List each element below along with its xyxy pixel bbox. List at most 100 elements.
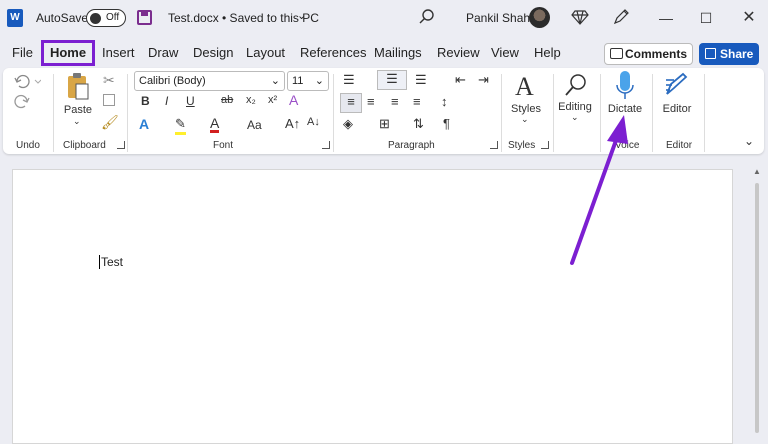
pen-icon[interactable] — [612, 8, 630, 26]
share-label: Share — [720, 47, 754, 61]
shading-icon[interactable]: ◈ — [343, 116, 353, 132]
align-left-icon[interactable]: ≡ — [340, 93, 362, 113]
shrink-font-button[interactable]: A↓ — [307, 116, 320, 128]
grow-font-button[interactable]: A↑ — [285, 116, 300, 131]
paste-icon[interactable] — [65, 72, 91, 102]
document-page[interactable]: Test — [12, 169, 733, 444]
collapse-ribbon-icon[interactable]: ⌄ — [744, 134, 754, 148]
font-name-value: Calibri (Body) — [139, 75, 206, 87]
align-center-icon[interactable]: ≡ — [367, 94, 375, 109]
italic-button[interactable]: I — [165, 94, 168, 108]
divider — [333, 74, 334, 152]
decrease-indent-icon[interactable]: ⇤ — [455, 72, 466, 88]
strikethrough-button[interactable]: ab — [221, 94, 233, 106]
word-logo-icon: W — [7, 9, 23, 27]
tab-design[interactable]: Design — [193, 45, 233, 60]
borders-icon[interactable]: ⊞ — [379, 116, 390, 132]
multilevel-list-icon[interactable]: ☰ — [415, 72, 427, 88]
underline-button[interactable]: U — [186, 94, 195, 108]
maximize-icon[interactable]: ☐ — [694, 6, 718, 30]
justify-icon[interactable]: ≡ — [413, 94, 421, 109]
styles-launcher-icon[interactable] — [541, 141, 549, 149]
text-effects-button[interactable]: A — [139, 116, 149, 132]
scroll-up-icon[interactable]: ▲ — [753, 167, 761, 176]
group-label-styles: Styles — [508, 140, 536, 151]
group-label-clipboard: Clipboard — [63, 140, 106, 151]
autosave-state: Off — [106, 12, 120, 23]
toggle-knob — [90, 13, 101, 24]
sort-icon[interactable]: ⇅ — [413, 116, 424, 132]
divider — [652, 74, 653, 152]
group-label-paragraph: Paragraph — [388, 140, 435, 151]
title-bar: W AutoSave Off Test.docx • Saved to this… — [0, 0, 768, 38]
tab-draw[interactable]: Draw — [148, 45, 178, 60]
cut-icon[interactable]: ✂ — [103, 72, 115, 89]
editor-icon[interactable] — [663, 72, 689, 100]
share-button[interactable]: Share — [699, 43, 759, 65]
tab-help[interactable]: Help — [534, 45, 561, 60]
numbering-icon[interactable]: ☰ — [377, 70, 407, 90]
save-icon[interactable] — [137, 10, 152, 25]
tab-references[interactable]: References — [300, 45, 366, 60]
comments-button[interactable]: Comments — [604, 43, 693, 65]
clear-formatting-icon[interactable]: A — [289, 92, 298, 108]
share-icon — [705, 48, 716, 59]
scroll-thumb[interactable] — [755, 183, 759, 433]
divider — [127, 74, 128, 152]
tab-layout[interactable]: Layout — [246, 45, 285, 60]
autosave-toggle[interactable]: Off — [86, 9, 126, 27]
copy-icon[interactable] — [103, 94, 115, 106]
minimize-icon[interactable]: — — [654, 6, 678, 30]
font-name-dropdown[interactable]: Calibri (Body) ⌄ — [134, 71, 285, 91]
increase-indent-icon[interactable]: ⇥ — [478, 72, 489, 88]
editing-icon[interactable] — [563, 72, 589, 98]
dictate-label[interactable]: Dictate — [604, 103, 646, 115]
tab-insert[interactable]: Insert — [102, 45, 135, 60]
comments-label: Comments — [625, 47, 688, 61]
change-case-button[interactable]: Aa — [247, 118, 262, 132]
line-spacing-icon[interactable]: ↕ — [441, 94, 448, 109]
styles-icon[interactable]: A — [515, 72, 534, 102]
paragraph-launcher-icon[interactable] — [490, 141, 498, 149]
highlight-icon[interactable]: ✎ — [175, 116, 186, 135]
paste-label[interactable]: Paste — [61, 104, 95, 116]
group-label-font: Font — [213, 140, 234, 151]
close-icon[interactable]: ✕ — [737, 6, 761, 30]
chevron-down-icon[interactable]: ⌄ — [297, 9, 306, 22]
bullets-icon[interactable]: ☰ — [343, 72, 355, 88]
document-text[interactable]: Test — [99, 255, 123, 269]
align-right-icon[interactable]: ≡ — [391, 94, 399, 109]
chevron-down-icon[interactable]: ⌄ — [571, 112, 579, 123]
divider — [501, 74, 502, 152]
chevron-down-icon[interactable]: ⌄ — [521, 114, 529, 125]
clipboard-launcher-icon[interactable] — [117, 141, 125, 149]
group-label-undo: Undo — [16, 140, 40, 151]
undo-icon[interactable] — [13, 72, 41, 90]
microphone-icon[interactable] — [614, 70, 636, 104]
font-color-button[interactable]: A — [210, 116, 220, 133]
format-painter-icon[interactable]: 🖌 — [101, 114, 119, 131]
avatar[interactable] — [529, 7, 550, 28]
editor-label[interactable]: Editor — [659, 103, 695, 115]
diamond-icon[interactable] — [571, 8, 589, 26]
divider — [600, 74, 601, 152]
group-label-voice: Voice — [615, 140, 640, 151]
tab-file[interactable]: File — [12, 45, 33, 60]
tab-home[interactable]: Home — [41, 40, 95, 66]
divider — [53, 74, 54, 152]
tab-view[interactable]: View — [491, 45, 519, 60]
vertical-scrollbar[interactable]: ▲ — [751, 165, 763, 444]
font-size-dropdown[interactable]: 11 ⌄ — [287, 71, 329, 91]
font-launcher-icon[interactable] — [322, 141, 330, 149]
redo-icon[interactable] — [13, 92, 31, 110]
chevron-down-icon[interactable]: ⌄ — [73, 116, 81, 127]
superscript-button[interactable]: x² — [268, 94, 277, 106]
search-icon[interactable] — [418, 8, 436, 26]
subscript-button[interactable]: x₂ — [246, 94, 256, 106]
tab-review[interactable]: Review — [437, 45, 480, 60]
font-size-value: 11 — [292, 75, 304, 87]
bold-button[interactable]: B — [141, 94, 150, 108]
tab-mailings[interactable]: Mailings — [374, 45, 422, 60]
show-formatting-button[interactable]: ¶ — [443, 116, 450, 131]
user-name[interactable]: Pankil Shah — [466, 11, 530, 25]
